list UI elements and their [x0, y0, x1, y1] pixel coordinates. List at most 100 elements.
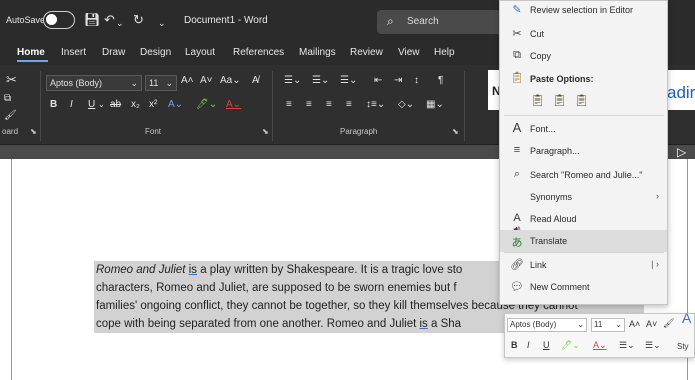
mini-font-size-dropdown[interactable]: 11 ⌄ — [591, 318, 625, 332]
font-color-icon[interactable]: A⌄ — [226, 98, 241, 112]
subscript-icon[interactable]: x₂ — [131, 98, 140, 112]
customize-dropdown-icon[interactable]: ⌄ — [158, 16, 166, 30]
strikethrough-icon[interactable]: ab — [110, 98, 121, 112]
document-line-4[interactable]: cope with being separated from one anoth… — [96, 316, 461, 333]
underline-icon[interactable]: U — [88, 98, 95, 112]
tab-design[interactable]: Design — [140, 47, 171, 58]
tab-home[interactable]: Home — [17, 47, 45, 58]
menu-item-search[interactable]: ⌕ Search "Romeo and Julie..." — [500, 164, 667, 186]
bold-icon[interactable]: B — [50, 98, 57, 112]
menu-item-label: Font... — [530, 124, 556, 134]
mini-font-name-dropdown[interactable]: Aptos (Body) ⌄ — [507, 318, 587, 332]
align-right-icon[interactable]: ≡ — [326, 98, 332, 112]
font-launcher-icon[interactable]: ⬊ — [262, 127, 269, 136]
document-title: Document1 - Word — [184, 15, 268, 26]
search-box[interactable]: ⌕ Search — [377, 10, 503, 34]
italic-icon[interactable]: I — [70, 98, 73, 112]
grow-font-icon[interactable]: A˄ — [181, 74, 194, 88]
menu-item-label: Search "Romeo and Julie..." — [530, 170, 643, 180]
shading-icon[interactable]: ◇⌄ — [398, 98, 414, 112]
tab-mailings[interactable]: Mailings — [299, 47, 336, 58]
menu-item-cut[interactable]: ✂ Cut — [500, 23, 667, 45]
autosave-toggle[interactable] — [43, 11, 75, 29]
font-name-dropdown[interactable]: Aptos (Body) ⌄ — [46, 75, 142, 91]
bold-icon[interactable]: B — [511, 340, 518, 350]
show-formatting-icon[interactable]: ¶ — [438, 74, 443, 88]
menu-item-copy[interactable]: ⧉ Copy — [500, 45, 667, 67]
format-painter-icon[interactable]: 🖌︎ — [4, 109, 17, 123]
line-spacing-icon[interactable]: ↕≡⌄ — [366, 98, 385, 112]
grammar-underline[interactable]: is — [189, 264, 197, 276]
change-case-icon[interactable]: Aa⌄ — [220, 74, 241, 88]
menu-item-font[interactable]: A Font... — [500, 118, 667, 140]
align-left-icon[interactable]: ≡ — [286, 98, 292, 112]
menu-item-paragraph[interactable]: ≡ Paragraph... — [500, 140, 667, 162]
paste-merge-format-icon[interactable]: 📋︎ — [552, 93, 568, 109]
highlight-color-icon[interactable]: 🖊︎⌄ — [196, 98, 217, 112]
group-divider — [272, 71, 273, 141]
redo-icon[interactable]: ↻ — [133, 13, 144, 27]
tab-layout[interactable]: Layout — [185, 47, 215, 58]
undo-dropdown-icon[interactable]: ⌄ — [116, 16, 124, 30]
menu-item-synonyms[interactable]: Synonyms › — [500, 186, 667, 208]
bullets-icon[interactable]: ☰⌄ — [619, 340, 635, 351]
justify-icon[interactable]: ≡ — [346, 98, 352, 112]
cut-icon[interactable]: ✂ — [6, 73, 17, 87]
tab-references[interactable]: References — [233, 47, 284, 58]
decrease-indent-icon[interactable]: ⇤ — [374, 74, 382, 88]
group-divider — [40, 71, 41, 141]
menu-item-translate[interactable]: あ Translate — [500, 230, 667, 252]
paragraph-icon: ≡ — [513, 144, 521, 156]
paste-text-only-icon[interactable]: 📋︎ — [574, 93, 590, 109]
borders-icon[interactable]: ▦⌄ — [426, 98, 444, 112]
format-painter-icon[interactable]: 🖌︎ — [663, 318, 674, 329]
undo-icon[interactable]: ↶ — [104, 13, 115, 27]
underline-dropdown-icon[interactable]: ⌄ — [98, 98, 105, 112]
tab-insert[interactable]: Insert — [61, 47, 86, 58]
bullets-icon[interactable]: ☰⌄ — [284, 74, 301, 88]
autosave-label: AutoSave — [6, 15, 46, 25]
link-icon: 🔗︎ — [510, 259, 524, 271]
shrink-font-icon[interactable]: A˅ — [646, 319, 657, 329]
menu-item-link[interactable]: 🔗︎ Link | › — [500, 254, 667, 276]
grammar-underline[interactable]: is — [419, 318, 427, 330]
document-line-2[interactable]: characters, Romeo and Juliet, are suppos… — [96, 280, 457, 297]
styles-label[interactable]: Sty — [677, 342, 689, 351]
multilevel-list-icon[interactable]: ☰⌄ — [340, 74, 357, 88]
play-icon[interactable]: ▷ — [677, 145, 686, 159]
document-line-1[interactable]: Romeo and Juliet is a play written by Sh… — [96, 262, 462, 279]
submenu-arrow-icon: › — [656, 191, 659, 201]
menu-item-read-aloud[interactable]: A🔊︎ Read Aloud — [500, 208, 667, 236]
tab-view[interactable]: View — [398, 47, 420, 58]
menu-item-label: New Comment — [530, 282, 590, 292]
shrink-font-icon[interactable]: A˅ — [200, 74, 213, 88]
numbering-icon[interactable]: ☰⌄ — [645, 340, 661, 351]
tab-help[interactable]: Help — [434, 47, 455, 58]
font-size-value: 11 — [149, 78, 159, 88]
save-icon[interactable]: 💾︎ — [84, 13, 101, 27]
styles-icon[interactable]: A — [682, 310, 691, 326]
text-effects-icon[interactable]: A⌄ — [168, 98, 183, 112]
tab-review[interactable]: Review — [350, 47, 383, 58]
clipboard-launcher-icon[interactable]: ⬊ — [30, 127, 37, 136]
increase-indent-icon[interactable]: ⇥ — [394, 74, 402, 88]
superscript-icon[interactable]: x² — [149, 98, 157, 112]
paragraph-launcher-icon[interactable]: ⬊ — [452, 127, 459, 136]
italic-icon[interactable]: I — [527, 340, 530, 350]
menu-item-new-comment[interactable]: 💬︎ New Comment — [500, 276, 667, 298]
copy-icon[interactable]: ⧉ — [4, 92, 11, 106]
chevron-down-icon: ⌄ — [577, 320, 584, 329]
underline-icon[interactable]: U — [543, 340, 550, 350]
clear-formatting-icon[interactable]: A̸ — [252, 74, 259, 88]
font-size-dropdown[interactable]: 11 ⌄ — [145, 75, 177, 91]
numbering-icon[interactable]: ☰⌄ — [312, 74, 329, 88]
tab-draw[interactable]: Draw — [102, 47, 125, 58]
grow-font-icon[interactable]: A˄ — [629, 319, 640, 329]
align-center-icon[interactable]: ≡ — [306, 98, 312, 112]
sort-icon[interactable]: ↕ — [414, 74, 419, 88]
menu-item-review-editor[interactable]: ✎ Review selection in Editor — [500, 0, 667, 21]
comment-icon: 💬︎ — [510, 281, 524, 293]
paste-keep-source-icon[interactable]: 📋︎ — [530, 93, 546, 109]
font-color-icon[interactable]: A⌄ — [593, 340, 607, 351]
highlight-color-icon[interactable]: 🖊︎⌄ — [561, 340, 580, 351]
